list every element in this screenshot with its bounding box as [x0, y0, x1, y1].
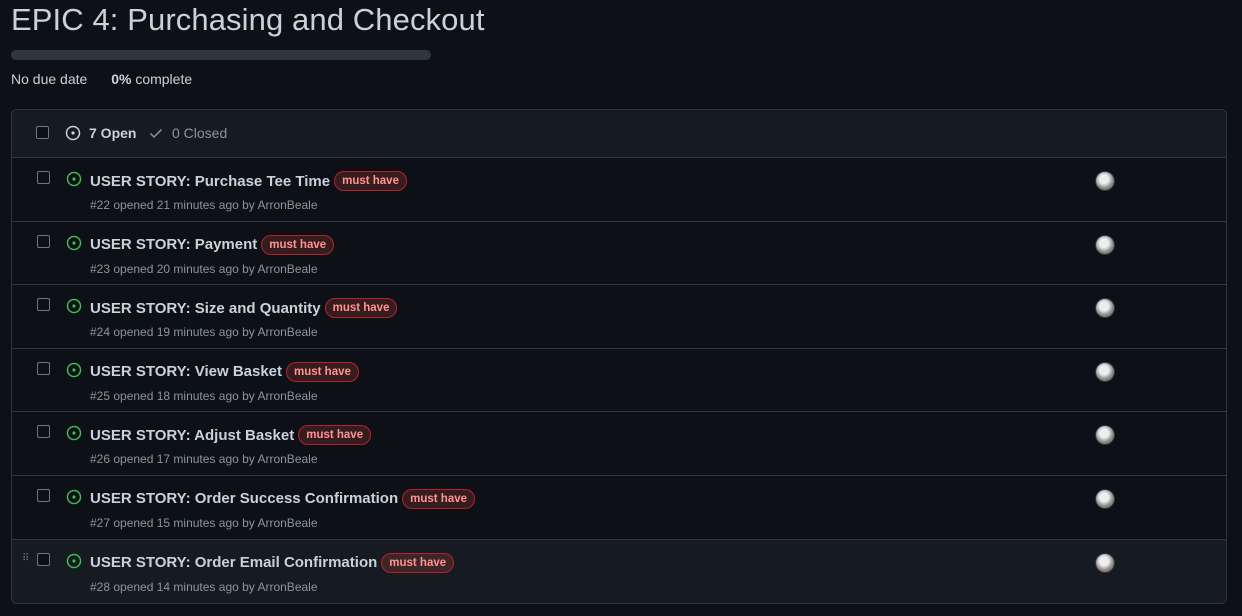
open-count: 7 Open — [89, 125, 137, 141]
issue-row[interactable]: USER STORY: Purchase Tee Time must have … — [12, 158, 1226, 222]
issue-title-link[interactable]: USER STORY: View Basket — [90, 363, 282, 380]
issue-title-line: USER STORY: Adjust Basket must have — [90, 425, 372, 446]
issue-checkbox[interactable] — [37, 361, 50, 375]
assignee-avatar[interactable] — [1095, 234, 1115, 255]
issue-opened-icon — [66, 489, 82, 505]
issue-meta-text: #28 opened 14 minutes ago by ArronBeale — [90, 579, 318, 594]
assignee-avatar[interactable] — [1095, 171, 1115, 191]
issue-meta-text: #22 opened 21 minutes ago by ArronBeale — [90, 198, 318, 212]
completion-suffix: complete — [135, 71, 193, 87]
issue-title-line: USER STORY: Order Email Confirmation mus… — [90, 552, 455, 573]
issue-opened-icon — [66, 362, 82, 378]
milestone-meta: No due date 0% complete — [11, 71, 192, 87]
issue-checkbox[interactable] — [37, 552, 50, 566]
issue-row[interactable]: USER STORY: Size and Quantity must have … — [12, 285, 1226, 349]
due-date-text: No due date — [11, 71, 88, 87]
issue-label-must-have[interactable]: must have — [334, 171, 407, 191]
completion-text: 0% complete — [111, 71, 192, 87]
issue-title-line: USER STORY: Size and Quantity must have — [90, 298, 398, 319]
issue-opened-icon — [66, 298, 82, 314]
assignee-avatar[interactable] — [1095, 552, 1115, 573]
issue-title-link[interactable]: USER STORY: Payment — [90, 236, 257, 253]
assignee-avatar[interactable] — [1095, 425, 1115, 446]
issue-checkbox[interactable] — [37, 425, 50, 439]
open-issues-filter[interactable]: 7 Open — [65, 125, 136, 141]
completion-percent: 0% — [111, 71, 132, 87]
issue-title-link[interactable]: USER STORY: Order Email Confirmation — [90, 554, 377, 571]
issue-title-line: USER STORY: Purchase Tee Time must have — [90, 171, 407, 191]
issue-checkbox[interactable] — [37, 171, 50, 184]
issue-label-must-have[interactable]: must have — [402, 488, 476, 509]
issue-checkbox[interactable] — [37, 298, 50, 312]
issue-label-must-have[interactable]: must have — [381, 552, 455, 573]
grip-icon[interactable]: ⠿ — [22, 553, 29, 563]
issue-opened-icon — [66, 171, 82, 187]
issue-title-link[interactable]: USER STORY: Order Success Confirmation — [90, 490, 398, 507]
issue-title-line: USER STORY: View Basket must have — [90, 361, 359, 382]
issue-list: 7 Open 0 Closed USER STORY: Purchase Tee… — [11, 109, 1227, 604]
closed-count: 0 Closed — [172, 125, 228, 141]
issue-opened-icon — [65, 125, 81, 141]
assignee-avatar[interactable] — [1095, 361, 1115, 382]
issue-checkbox[interactable] — [37, 234, 50, 248]
check-icon — [149, 128, 163, 139]
milestone-title: EPIC 4: Purchasing and Checkout — [11, 2, 485, 37]
issue-opened-icon — [66, 553, 82, 568]
issue-meta-text: #24 opened 19 minutes ago by ArronBeale — [90, 325, 318, 340]
milestone-progress-bar — [11, 50, 431, 60]
issue-row[interactable]: USER STORY: View Basket must have #25 op… — [12, 349, 1226, 413]
issue-label-must-have[interactable]: must have — [324, 298, 398, 319]
assignee-avatar[interactable] — [1095, 298, 1115, 319]
issue-checkbox[interactable] — [37, 488, 50, 502]
issue-label-must-have[interactable]: must have — [261, 234, 335, 255]
issue-title-link[interactable]: USER STORY: Size and Quantity — [90, 300, 321, 317]
assignee-avatar[interactable] — [1095, 488, 1115, 509]
closed-issues-filter[interactable]: 0 Closed — [148, 125, 227, 141]
issue-rows: USER STORY: Purchase Tee Time must have … — [12, 158, 1226, 603]
issue-row[interactable]: USER STORY: Payment must have #23 opened… — [12, 222, 1226, 286]
issue-opened-icon — [66, 235, 82, 250]
issue-list-header: 7 Open 0 Closed — [12, 110, 1226, 158]
issue-row[interactable]: USER STORY: Adjust Basket must have #26 … — [12, 412, 1226, 476]
issue-meta-text: #27 opened 15 minutes ago by ArronBeale — [90, 515, 318, 530]
issue-opened-icon — [66, 426, 82, 441]
milestone-page: EPIC 4: Purchasing and Checkout No due d… — [0, 0, 1242, 616]
issue-row[interactable]: USER STORY: Order Success Confirmation m… — [12, 476, 1226, 540]
issue-meta-text: #26 opened 17 minutes ago by ArronBeale — [90, 452, 318, 467]
issue-title-link[interactable]: USER STORY: Adjust Basket — [90, 427, 294, 444]
issue-title-link[interactable]: USER STORY: Purchase Tee Time — [90, 173, 330, 190]
issue-label-must-have[interactable]: must have — [286, 361, 359, 382]
issue-meta-text: #23 opened 20 minutes ago by ArronBeale — [90, 261, 318, 276]
select-all-checkbox[interactable] — [36, 126, 49, 139]
issue-title-line: USER STORY: Payment must have — [90, 234, 335, 255]
issue-title-line: USER STORY: Order Success Confirmation m… — [90, 488, 476, 509]
issue-meta-text: #25 opened 18 minutes ago by ArronBeale — [90, 388, 318, 403]
issue-label-must-have[interactable]: must have — [298, 425, 372, 446]
issue-row[interactable]: ⠿ USER STORY: Order Email Confirmation m… — [12, 539, 1226, 603]
